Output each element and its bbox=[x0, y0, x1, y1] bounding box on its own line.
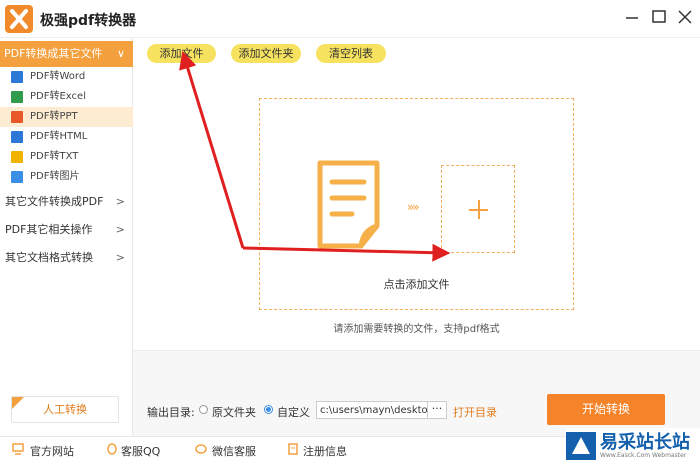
radio-source-folder[interactable] bbox=[199, 405, 208, 414]
watermark-logo-icon bbox=[566, 432, 596, 460]
corner-tag-icon bbox=[12, 397, 24, 409]
app-logo-icon bbox=[5, 5, 33, 33]
sidebar: PDF转换成其它文件 ∨ PDF转Word PDF转Excel PDF转PPT … bbox=[0, 38, 133, 436]
support-qq-link[interactable]: 客服QQ bbox=[121, 443, 160, 459]
sidebar-item-label: PDF转PPT bbox=[30, 111, 78, 122]
open-directory-link[interactable]: 打开目录 bbox=[453, 404, 497, 420]
html-file-icon bbox=[11, 131, 23, 143]
add-file-box[interactable] bbox=[441, 165, 515, 253]
start-convert-button[interactable]: 开始转换 bbox=[547, 394, 665, 425]
sidebar-category-pdf-ops[interactable]: PDF其它相关操作 > bbox=[0, 216, 133, 243]
maximize-icon[interactable] bbox=[648, 6, 670, 28]
sidebar-item-pdf-to-image[interactable]: PDF转图片 bbox=[0, 167, 133, 187]
sidebar-item-label: PDF转Excel bbox=[30, 91, 86, 102]
sidebar-group-pdf-to-other[interactable]: PDF转换成其它文件 ∨ bbox=[0, 41, 133, 67]
close-icon[interactable] bbox=[674, 6, 696, 28]
sidebar-category-doc-convert[interactable]: 其它文档格式转换 > bbox=[0, 244, 133, 271]
image-file-icon bbox=[11, 171, 23, 183]
sidebar-item-pdf-to-excel[interactable]: PDF转Excel bbox=[0, 87, 133, 107]
chevron-right-icon: > bbox=[115, 251, 125, 264]
supported-format-hint: 请添加需要转换的文件，支持pdf格式 bbox=[333, 324, 500, 335]
chevron-right-icon: > bbox=[115, 195, 125, 208]
plus-icon-vertical bbox=[478, 200, 480, 219]
wechat-icon bbox=[195, 444, 207, 454]
sidebar-item-pdf-to-word[interactable]: PDF转Word bbox=[0, 67, 133, 87]
txt-file-icon bbox=[11, 151, 23, 163]
qq-icon bbox=[107, 443, 117, 455]
sidebar-group-label: PDF转换成其它文件 bbox=[4, 47, 103, 60]
watermark-subtitle: Www.Easck.Com Webmaster bbox=[600, 452, 687, 459]
browse-button[interactable]: ··· bbox=[427, 401, 447, 419]
sidebar-item-label: PDF转图片 bbox=[30, 171, 80, 182]
output-path-input[interactable] bbox=[316, 401, 428, 419]
ppt-file-icon bbox=[11, 111, 23, 123]
add-folder-button[interactable]: 添加文件夹 bbox=[231, 44, 301, 63]
app-title: 极强pdf转换器 bbox=[40, 13, 137, 29]
radio-source-folder-label[interactable]: 原文件夹 bbox=[212, 404, 256, 420]
sidebar-item-label: PDF转Word bbox=[30, 71, 86, 82]
sidebar-category-label: 其它文件转换成PDF bbox=[5, 195, 104, 208]
sidebar-item-pdf-to-html[interactable]: PDF转HTML bbox=[0, 127, 133, 147]
sidebar-item-label: PDF转HTML bbox=[30, 131, 88, 142]
human-convert-button[interactable]: 人工转换 bbox=[11, 396, 119, 423]
sidebar-category-label: PDF其它相关操作 bbox=[5, 223, 93, 236]
monitor-icon bbox=[12, 443, 24, 455]
minimize-icon[interactable] bbox=[621, 6, 643, 28]
register-icon bbox=[288, 443, 298, 455]
click-add-file-label[interactable]: 点击添加文件 bbox=[259, 276, 574, 292]
arrows-right-icon: »» bbox=[407, 200, 420, 214]
sidebar-category-other-to-pdf[interactable]: 其它文件转换成PDF > bbox=[0, 188, 133, 215]
word-file-icon bbox=[11, 71, 23, 83]
excel-file-icon bbox=[11, 91, 23, 103]
chevron-right-icon: > bbox=[115, 223, 125, 236]
add-file-button[interactable]: 添加文件 bbox=[147, 44, 216, 63]
output-dir-label: 输出目录: bbox=[147, 406, 195, 419]
sidebar-item-label: PDF转TXT bbox=[30, 151, 79, 162]
radio-custom-label[interactable]: 自定义 bbox=[277, 404, 310, 420]
watermark-title: 易采站长站 bbox=[600, 432, 690, 453]
radio-custom[interactable] bbox=[264, 405, 273, 414]
sidebar-category-label: 其它文档格式转换 bbox=[5, 251, 93, 264]
register-info-link[interactable]: 注册信息 bbox=[303, 443, 347, 459]
chevron-down-icon: ∨ bbox=[116, 47, 125, 60]
sidebar-item-pdf-to-txt[interactable]: PDF转TXT bbox=[0, 147, 133, 167]
official-website-link[interactable]: 官方网站 bbox=[30, 443, 74, 459]
document-icon bbox=[317, 160, 380, 249]
clear-list-button[interactable]: 清空列表 bbox=[316, 44, 386, 63]
wechat-support-link[interactable]: 微信客服 bbox=[212, 443, 256, 459]
sidebar-item-pdf-to-ppt[interactable]: PDF转PPT bbox=[0, 107, 133, 127]
